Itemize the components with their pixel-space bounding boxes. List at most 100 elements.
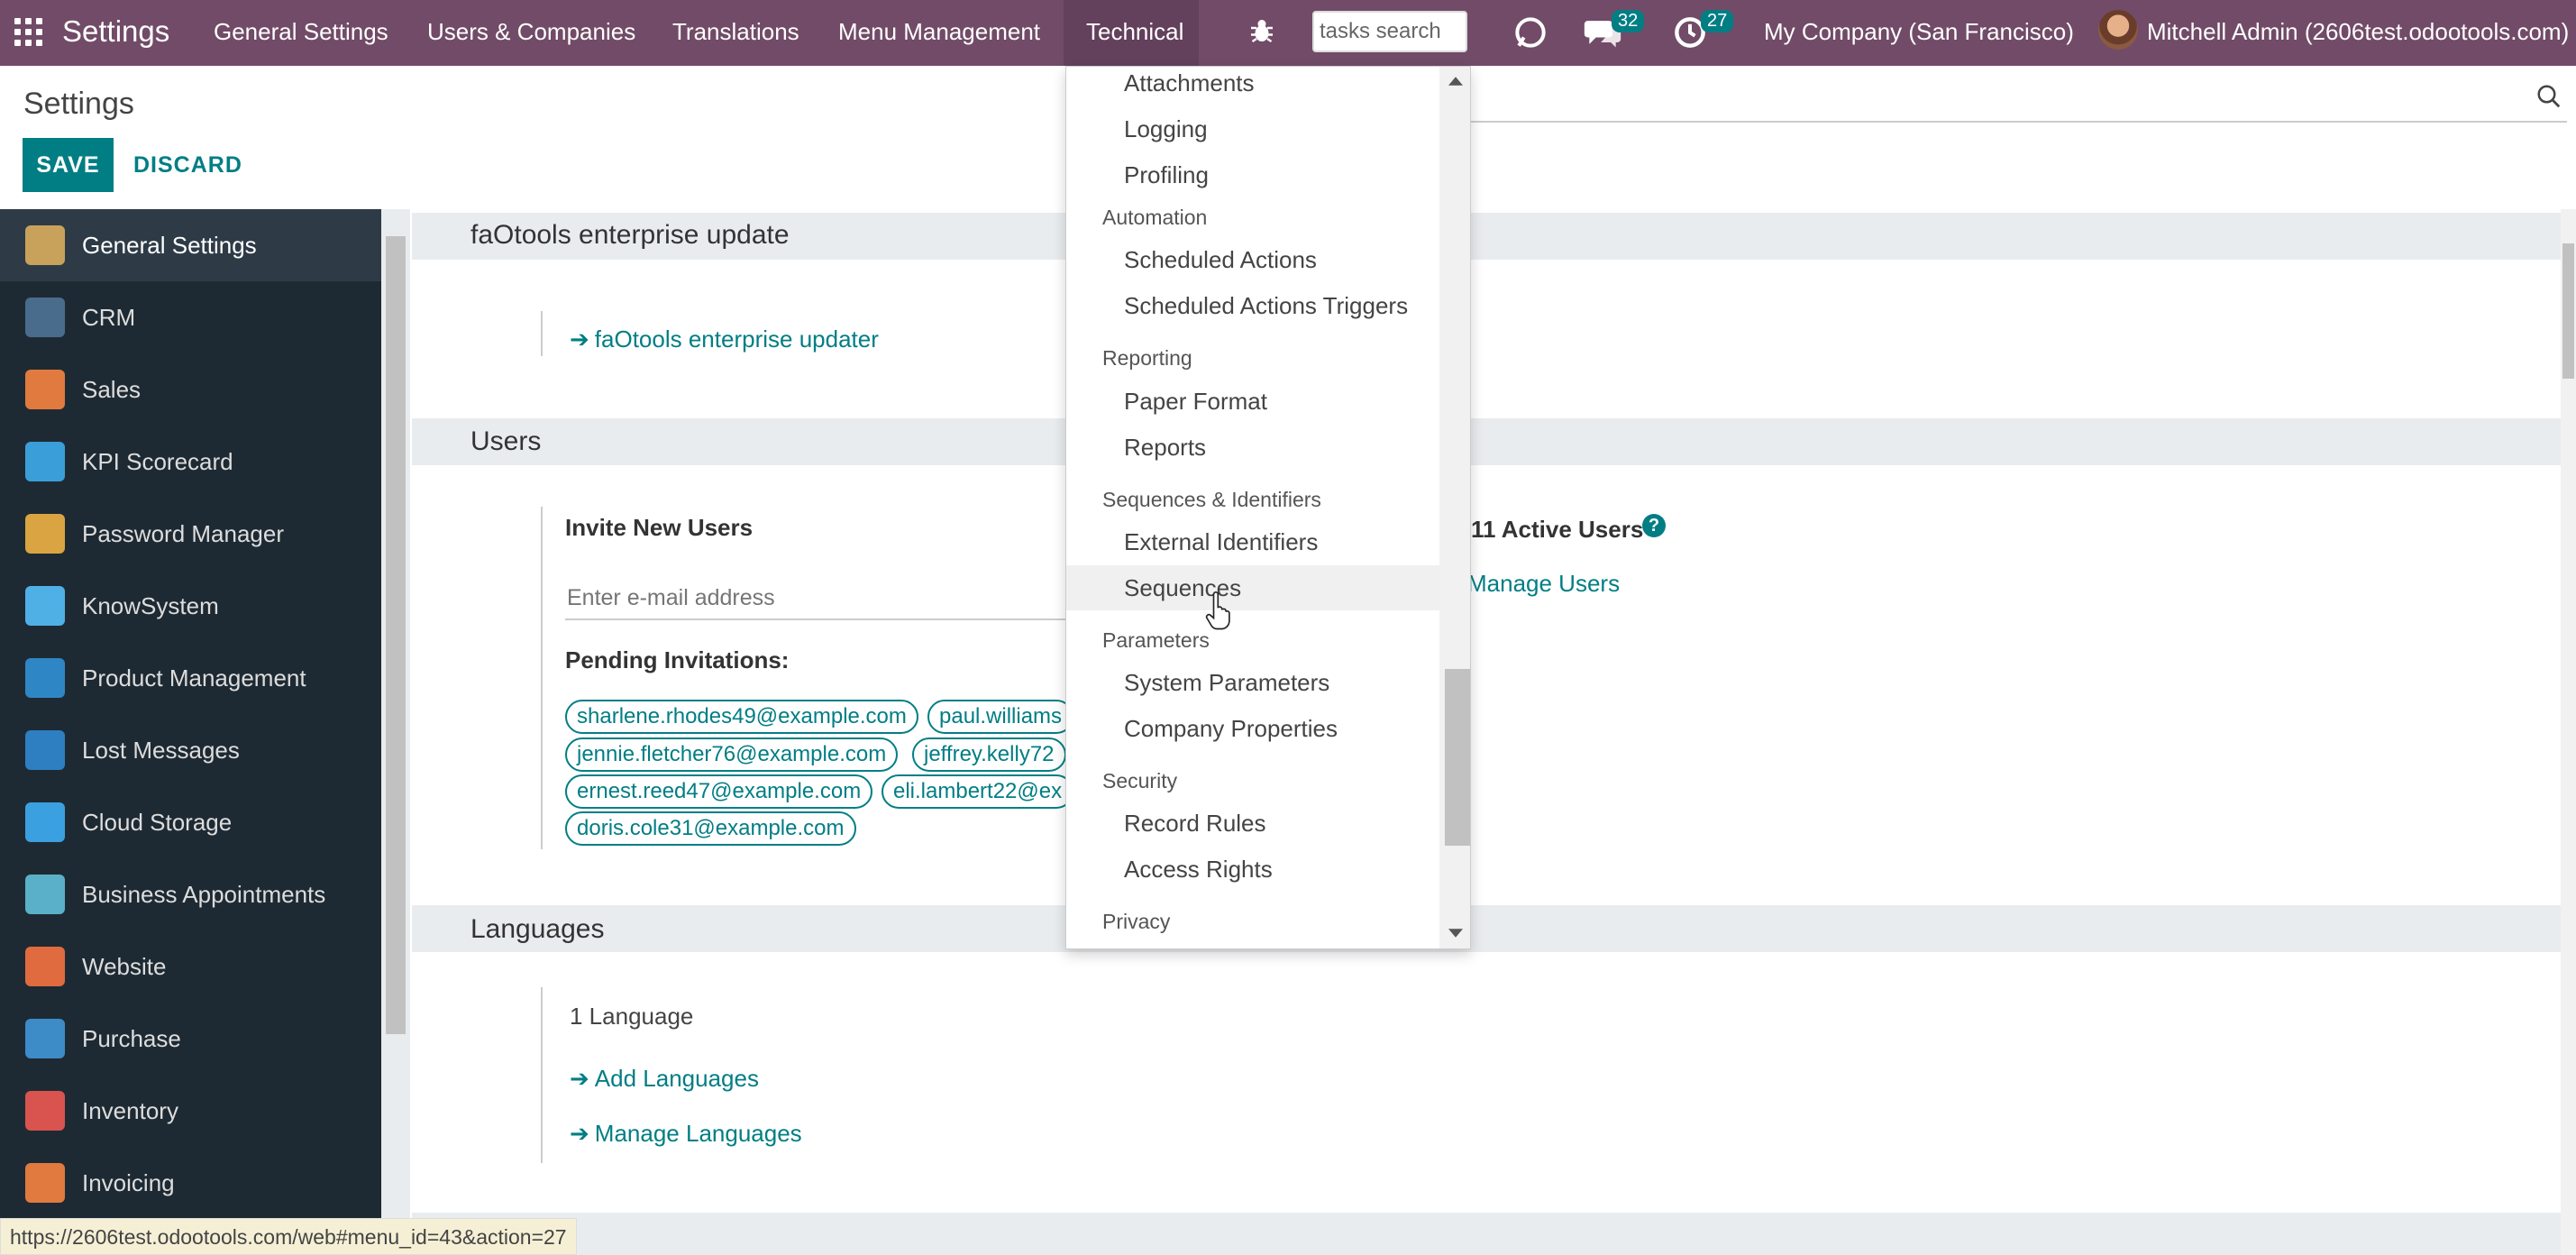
menu-general-settings[interactable]: General Settings xyxy=(214,18,388,46)
manage-users-link[interactable]: Manage Users xyxy=(1467,570,1620,598)
sidebar-item-label: Inventory xyxy=(82,1096,178,1124)
sidebar-item-knowsystem[interactable]: KnowSystem xyxy=(0,570,381,642)
settings-sidebar: General Settings CRM Sales KPI Scorecard… xyxy=(0,209,381,1255)
menu-item-company-properties[interactable]: Company Properties xyxy=(1066,706,1440,751)
language-count: 1 Language xyxy=(570,1003,694,1030)
invitation-tag[interactable]: sharlene.rhodes49@example.com xyxy=(565,700,918,734)
manage-languages-link[interactable]: ➔ Manage Languages xyxy=(570,1120,802,1148)
navbar-search-input[interactable] xyxy=(1312,11,1467,52)
invite-email-input[interactable] xyxy=(565,577,1073,620)
menu-item-label: External Identifiers xyxy=(1124,528,1319,555)
invitation-tag[interactable]: eli.lambert22@ex xyxy=(882,774,1074,809)
arrow-right-icon: ➔ xyxy=(570,1065,589,1092)
menu-header-parameters: Parameters xyxy=(1102,628,1210,652)
content-scrollbar-thumb[interactable] xyxy=(2562,243,2574,379)
menu-header-privacy: Privacy xyxy=(1102,910,1171,933)
globe-icon xyxy=(25,947,65,986)
search-icon[interactable] xyxy=(2535,83,2562,110)
sidebar-item-sales[interactable]: Sales xyxy=(0,353,381,426)
menu-item-access-rights[interactable]: Access Rights xyxy=(1066,847,1440,892)
sidebar-item-crm[interactable]: CRM xyxy=(0,281,381,353)
person-icon xyxy=(25,730,65,770)
sidebar-item-password-manager[interactable]: Password Manager xyxy=(0,498,381,570)
menu-item-external-identifiers[interactable]: External Identifiers xyxy=(1066,519,1440,564)
scroll-down-arrow-icon[interactable] xyxy=(1448,928,1463,939)
menu-header-reporting: Reporting xyxy=(1102,346,1192,370)
invitation-tag[interactable]: doris.cole31@example.com xyxy=(565,811,856,846)
sidebar-scrollbar[interactable] xyxy=(386,236,406,1034)
menu-item-sequences[interactable]: Sequences xyxy=(1066,565,1440,610)
invitation-tag[interactable]: jeffrey.kelly72 xyxy=(912,737,1066,772)
active-users-count: 11 Active Users xyxy=(1471,516,1644,543)
user-menu[interactable]: Mitchell Admin (2606test.odootools.com) xyxy=(2147,18,2569,46)
discard-button[interactable]: DISCARD xyxy=(128,138,248,192)
menu-item-label: Access Rights xyxy=(1124,856,1273,883)
scroll-up-arrow-icon[interactable] xyxy=(1448,76,1463,87)
sidebar-item-label: General Settings xyxy=(82,231,257,259)
sidebar-item-website[interactable]: Website xyxy=(0,930,381,1003)
card-icon xyxy=(25,1019,65,1058)
menu-item-record-rules[interactable]: Record Rules xyxy=(1066,801,1440,846)
menu-menu-management[interactable]: Menu Management xyxy=(838,18,1040,46)
sidebar-item-kpi-scorecard[interactable]: KPI Scorecard xyxy=(0,426,381,498)
menu-item-logging[interactable]: Logging xyxy=(1066,106,1440,151)
save-button[interactable]: SAVE xyxy=(23,138,114,192)
sidebar-item-general-settings[interactable]: General Settings xyxy=(0,209,381,281)
bug-icon[interactable] xyxy=(1246,14,1278,47)
section-title-faotools: faOtools enterprise update xyxy=(470,220,790,250)
apps-grid-icon[interactable] xyxy=(14,18,43,47)
menu-users-companies[interactable]: Users & Companies xyxy=(427,18,635,46)
dropdown-scrollbar-thumb[interactable] xyxy=(1445,669,1470,846)
sidebar-item-cloud-storage[interactable]: Cloud Storage xyxy=(0,786,381,858)
brain-icon xyxy=(25,586,65,626)
section-title-languages: Languages xyxy=(470,914,605,944)
invitation-tag[interactable]: paul.williams xyxy=(927,700,1074,734)
menu-item-label: Attachments xyxy=(1124,69,1255,96)
handshake-icon xyxy=(25,298,65,337)
menu-item-system-parameters[interactable]: System Parameters xyxy=(1066,660,1440,705)
page-title: Settings xyxy=(23,87,134,121)
menu-item-reports[interactable]: Reports xyxy=(1066,425,1440,470)
sidebar-item-invoicing[interactable]: Invoicing xyxy=(0,1147,381,1219)
sidebar-item-label: Purchase xyxy=(82,1024,181,1052)
activities-count-badge: 27 xyxy=(1701,10,1734,32)
menu-technical[interactable]: Technical xyxy=(1086,18,1183,46)
arrow-right-icon: ➔ xyxy=(570,1120,589,1147)
sidebar-item-product-management[interactable]: Product Management xyxy=(0,642,381,714)
section-header-next xyxy=(412,1213,2561,1255)
settings-search-input[interactable] xyxy=(1469,121,2567,123)
invoice-icon xyxy=(25,1163,65,1203)
help-icon[interactable]: ? xyxy=(1642,514,1666,537)
manage-languages-label: Manage Languages xyxy=(594,1120,802,1147)
menu-item-label: Scheduled Actions xyxy=(1124,246,1317,273)
invitation-tag[interactable]: jennie.fletcher76@example.com xyxy=(565,737,899,772)
cloud-icon xyxy=(25,802,65,842)
add-languages-label: Add Languages xyxy=(594,1065,759,1092)
menu-item-label: Profiling xyxy=(1124,161,1209,188)
menu-item-attachments[interactable]: Attachments xyxy=(1066,67,1440,105)
sidebar-item-label: KPI Scorecard xyxy=(82,447,233,475)
sidebar-item-lost-messages[interactable]: Lost Messages xyxy=(0,714,381,786)
voip-refresh-icon[interactable] xyxy=(1511,13,1550,52)
invitation-tag[interactable]: ernest.reed47@example.com xyxy=(565,774,873,809)
sidebar-item-label: Sales xyxy=(82,375,142,403)
sidebar-item-purchase[interactable]: Purchase xyxy=(0,1003,381,1075)
menu-item-label: Company Properties xyxy=(1124,715,1338,742)
sidebar-item-inventory[interactable]: Inventory xyxy=(0,1075,381,1147)
menu-item-scheduled-actions[interactable]: Scheduled Actions xyxy=(1066,237,1440,282)
messages-count-badge: 32 xyxy=(1612,10,1645,32)
menu-item-label: Record Rules xyxy=(1124,810,1266,837)
company-switcher[interactable]: My Company (San Francisco) xyxy=(1764,18,2074,46)
sidebar-item-business-appointments[interactable]: Business Appointments xyxy=(0,858,381,930)
menu-item-scheduled-actions-triggers[interactable]: Scheduled Actions Triggers xyxy=(1066,283,1440,328)
add-languages-link[interactable]: ➔ Add Languages xyxy=(570,1065,759,1093)
app-brand[interactable]: Settings xyxy=(62,14,169,49)
menu-item-label: Paper Format xyxy=(1124,388,1267,415)
menu-translations[interactable]: Translations xyxy=(672,18,799,46)
menu-item-paper-format[interactable]: Paper Format xyxy=(1066,379,1440,424)
sidebar-item-label: Password Manager xyxy=(82,519,284,547)
faotools-updater-link[interactable]: ➔ faOtools enterprise updater xyxy=(570,325,879,353)
menu-item-profiling[interactable]: Profiling xyxy=(1066,152,1440,197)
sidebar-item-label: Invoicing xyxy=(82,1168,175,1196)
user-avatar[interactable] xyxy=(2098,10,2138,50)
